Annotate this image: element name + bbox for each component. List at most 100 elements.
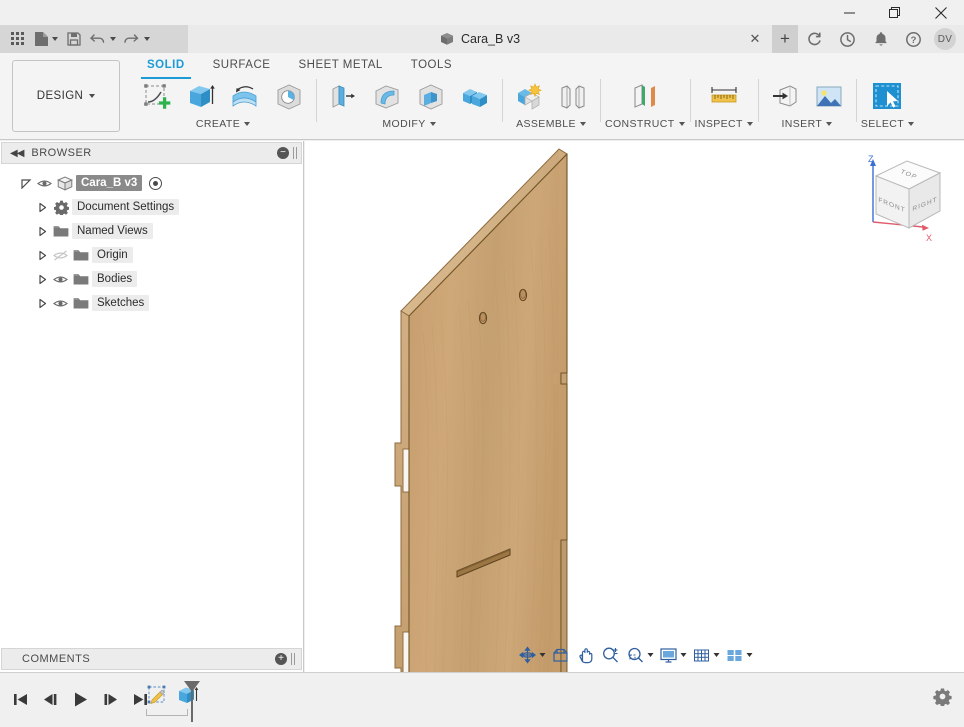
select-panel-label[interactable]: SELECT	[861, 118, 915, 130]
expand-arrow-icon[interactable]	[34, 202, 50, 213]
combine-icon[interactable]	[453, 77, 497, 117]
visibility-eye-icon[interactable]	[50, 298, 70, 309]
visibility-eye-off-icon[interactable]	[50, 250, 70, 261]
new-component-icon[interactable]	[507, 77, 551, 117]
extrude-icon[interactable]	[179, 77, 223, 117]
revolve-icon[interactable]	[223, 77, 267, 117]
go-to-beginning-button[interactable]	[6, 685, 34, 713]
refresh-icon[interactable]	[798, 25, 831, 53]
browser-minimize-icon[interactable]: −	[277, 147, 289, 159]
pan-icon[interactable]	[573, 643, 597, 667]
zoom-icon[interactable]	[598, 643, 622, 667]
insert-canvas-icon[interactable]	[807, 77, 851, 117]
modify-dropdown-caret[interactable]	[429, 122, 436, 126]
expand-arrow-icon[interactable]	[34, 274, 50, 285]
tree-node-bodies[interactable]: Bodies	[0, 267, 303, 291]
inspect-panel-label[interactable]: INSPECT	[695, 118, 753, 130]
visibility-eye-icon[interactable]	[34, 178, 54, 189]
ribbon-tab-tools[interactable]: TOOLS	[397, 55, 466, 77]
window-maximize-button[interactable]	[872, 0, 918, 25]
document-tab[interactable]: Cara_B v3 ✕	[188, 25, 772, 53]
display-settings-dropdown-caret[interactable]	[680, 653, 686, 657]
construct-dropdown-caret[interactable]	[678, 122, 685, 126]
fillet-icon[interactable]	[365, 77, 409, 117]
assemble-dropdown-caret[interactable]	[579, 122, 586, 126]
workspace-selector[interactable]: DESIGN	[12, 60, 120, 132]
expand-arrow-icon[interactable]	[34, 298, 50, 309]
modify-panel-label[interactable]: MODIFY	[382, 118, 436, 130]
select-dropdown-caret[interactable]	[908, 122, 915, 126]
tree-node-origin[interactable]: Origin	[0, 243, 303, 267]
create-dropdown-caret[interactable]	[244, 122, 251, 126]
assemble-panel-label[interactable]: ASSEMBLE	[516, 118, 586, 130]
step-forward-button[interactable]	[96, 685, 124, 713]
fit-dropdown-caret[interactable]	[647, 653, 653, 657]
timeline-settings-gear-icon[interactable]	[933, 687, 952, 711]
tree-node-sketches[interactable]: Sketches	[0, 291, 303, 315]
hole-icon[interactable]	[267, 77, 311, 117]
grid-snaps-dropdown-caret[interactable]	[713, 653, 719, 657]
ribbon-tab-solid[interactable]: SOLID	[133, 55, 199, 79]
window-minimize-button[interactable]	[826, 0, 872, 25]
svg-text:?: ?	[911, 35, 917, 46]
comments-drag-handle[interactable]	[291, 653, 295, 665]
create-panel-label[interactable]: CREATE	[196, 118, 251, 130]
recent-activity-icon[interactable]	[831, 25, 864, 53]
grid-snaps-icon[interactable]	[689, 643, 721, 667]
measure-icon[interactable]	[702, 77, 746, 117]
display-settings-icon[interactable]	[656, 643, 688, 667]
save-icon[interactable]	[62, 27, 86, 51]
select-window-icon[interactable]	[865, 77, 909, 117]
create-sketch-icon[interactable]	[135, 77, 179, 117]
play-button[interactable]	[66, 685, 94, 713]
visibility-eye-icon[interactable]	[50, 274, 70, 285]
browser-drag-handle[interactable]	[293, 147, 297, 159]
inspect-dropdown-caret[interactable]	[746, 122, 753, 126]
undo-icon[interactable]	[86, 27, 120, 51]
redo-icon[interactable]	[120, 27, 154, 51]
3d-viewport-canvas[interactable]: Z X TOP FRONT RIGHT	[305, 141, 964, 672]
app-grid-icon[interactable]	[6, 27, 30, 51]
help-icon[interactable]: ?	[897, 25, 930, 53]
browser-collapse-icon[interactable]: ◀◀	[6, 148, 27, 159]
view-cube[interactable]: Z X TOP FRONT RIGHT	[860, 149, 954, 249]
new-file-icon[interactable]	[30, 27, 62, 51]
tree-node-document-settings[interactable]: Document Settings	[0, 195, 303, 219]
joint-icon[interactable]	[551, 77, 595, 117]
shell-icon[interactable]	[409, 77, 453, 117]
insert-derive-icon[interactable]	[763, 77, 807, 117]
activate-component-radio[interactable]	[149, 176, 163, 190]
window-close-button[interactable]	[918, 0, 964, 25]
orbit-dropdown-caret[interactable]	[539, 653, 545, 657]
tree-node-named-views[interactable]: Named Views	[0, 219, 303, 243]
expand-arrow-icon[interactable]	[34, 226, 50, 237]
orbit-icon[interactable]	[515, 643, 547, 667]
document-tab-close-icon[interactable]: ✕	[748, 32, 762, 46]
step-back-button[interactable]	[36, 685, 64, 713]
add-comment-icon[interactable]: +	[275, 653, 287, 665]
tree-node-root[interactable]: Cara_B v3	[0, 171, 303, 195]
new-document-tab-button[interactable]: +	[772, 25, 798, 53]
undo-dropdown-caret[interactable]	[110, 37, 116, 41]
redo-dropdown-caret[interactable]	[144, 37, 150, 41]
new-file-dropdown-caret[interactable]	[52, 37, 58, 41]
user-avatar[interactable]: DV	[934, 28, 956, 50]
workspace-dropdown-caret[interactable]	[89, 94, 96, 98]
construct-panel-label[interactable]: CONSTRUCT	[605, 118, 685, 130]
viewports-icon[interactable]	[722, 643, 754, 667]
look-at-icon[interactable]	[548, 643, 572, 667]
insert-dropdown-caret[interactable]	[826, 122, 833, 126]
ribbon-tab-surface[interactable]: SURFACE	[199, 55, 285, 77]
offset-plane-icon[interactable]	[623, 77, 667, 117]
fit-icon[interactable]	[623, 643, 655, 667]
view-cube-body: TOP FRONT RIGHT	[874, 160, 942, 229]
expand-arrow-icon[interactable]	[34, 250, 50, 261]
notifications-bell-icon[interactable]	[864, 25, 897, 53]
ribbon-tab-sheet-metal[interactable]: SHEET METAL	[284, 55, 396, 77]
timeline-sketch-feature[interactable]	[143, 681, 173, 711]
insert-panel-label[interactable]: INSERT	[781, 118, 833, 130]
expand-arrow-open-icon[interactable]	[18, 178, 34, 189]
viewports-dropdown-caret[interactable]	[746, 653, 752, 657]
timeline-end-marker[interactable]	[182, 679, 202, 727]
press-pull-icon[interactable]	[321, 77, 365, 117]
